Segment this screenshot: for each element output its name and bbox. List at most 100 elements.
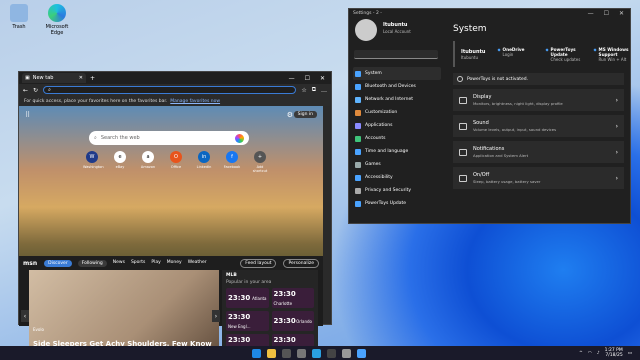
back-icon[interactable]: ← bbox=[23, 87, 28, 94]
feed-layout-button[interactable]: Feed layout bbox=[240, 258, 277, 268]
sidebar-item-accounts[interactable]: Accounts bbox=[353, 132, 441, 145]
personalize-button[interactable]: Personalize bbox=[283, 258, 319, 268]
sidebar-item-system[interactable]: System bbox=[353, 67, 441, 80]
device-card: Itubuntu Itubuntu ◆ OneDrive Login ◆ PowerTo… bbox=[453, 41, 628, 67]
tab-new[interactable]: ▣ New tab ✕ bbox=[22, 73, 86, 83]
avatar[interactable] bbox=[355, 19, 377, 41]
taskbar-app-icon[interactable] bbox=[267, 348, 276, 358]
close-icon[interactable]: ✕ bbox=[79, 75, 83, 81]
favorites-hint: For quick access, place your favorites h… bbox=[24, 98, 168, 104]
tab-discover[interactable]: Discover bbox=[44, 259, 72, 267]
quick-link[interactable]: O Office bbox=[167, 151, 185, 173]
close-window-icon[interactable]: ✕ bbox=[619, 10, 624, 17]
quick-link[interactable]: + Add shortcut bbox=[251, 151, 269, 173]
taskbar-app-icon[interactable] bbox=[297, 348, 306, 358]
settings-item-icon bbox=[459, 148, 467, 156]
settings-item[interactable]: Sound Volume levels, output, input, sound… bbox=[453, 115, 624, 137]
maximize-icon[interactable]: ☐ bbox=[604, 10, 609, 17]
minimize-icon[interactable]: — bbox=[588, 10, 594, 17]
taskbar-app-icon[interactable] bbox=[312, 348, 321, 358]
window-title: Settings - 2 - bbox=[353, 11, 382, 16]
quick-tile[interactable]: ◆ PowerToys Update Check updates bbox=[545, 47, 589, 62]
sidebar-item-label: System bbox=[365, 71, 382, 76]
device-model: Itubuntu bbox=[461, 54, 478, 60]
minimize-icon[interactable]: — bbox=[289, 75, 295, 82]
page-title: System bbox=[453, 24, 487, 34]
desktop-icon-trash[interactable]: Trash bbox=[2, 4, 36, 30]
settings-window: Settings - 2 - — ☐ ✕ Itubuntu Local Accoun… bbox=[348, 8, 631, 224]
collections-icon[interactable]: ⧉ bbox=[312, 86, 316, 94]
quick-link-label: Add shortcut bbox=[252, 165, 268, 173]
tile-icon: ◆ bbox=[545, 46, 549, 52]
prev-arrow-icon[interactable]: ‹ bbox=[21, 310, 29, 322]
sidebar-item-label: Accessibility bbox=[365, 175, 393, 180]
sidebar-item-network-and-internet[interactable]: Network and Internet bbox=[353, 93, 441, 106]
volume-icon[interactable]: ♪ bbox=[597, 351, 600, 356]
close-window-icon[interactable]: ✕ bbox=[320, 75, 325, 82]
quick-link[interactable]: f Facebook bbox=[223, 151, 241, 173]
sidebar-item-powertoys-update[interactable]: PowerToys Update bbox=[353, 197, 441, 210]
refresh-icon[interactable]: ↻ bbox=[33, 87, 38, 94]
tab-money[interactable]: Money bbox=[167, 260, 182, 267]
taskbar-app-icon[interactable] bbox=[327, 348, 336, 358]
settings-item[interactable]: Display Monitors, brightness, night light… bbox=[453, 89, 624, 111]
mlb-game[interactable]: 23:30 Atlanta bbox=[226, 288, 269, 308]
sidebar-item-applications[interactable]: Applications bbox=[353, 119, 441, 132]
tab-play[interactable]: Play bbox=[151, 260, 160, 267]
sign-in-button[interactable]: Sign in bbox=[293, 111, 317, 118]
settings-item-subtitle: Application and System Alert bbox=[473, 153, 529, 158]
notification-icon[interactable]: ▭ bbox=[628, 351, 632, 356]
mlb-game[interactable]: 23:30 Orlando bbox=[271, 311, 314, 331]
favorites-icon[interactable]: ☆ bbox=[301, 87, 306, 94]
more-icon[interactable]: … bbox=[321, 87, 327, 94]
activation-notice[interactable]: PowerToys is not activated. bbox=[453, 73, 624, 85]
desktop-icon-edge[interactable]: Microsoft Edge bbox=[40, 4, 74, 36]
quick-link[interactable]: in LinkedIn bbox=[195, 151, 213, 173]
scrollbar[interactable] bbox=[323, 106, 331, 324]
tab-sports[interactable]: Sports bbox=[131, 260, 145, 267]
find-setting-input[interactable] bbox=[354, 50, 438, 59]
sidebar-item-privacy-and-security[interactable]: Privacy and Security bbox=[353, 184, 441, 197]
edge-icon bbox=[48, 4, 66, 22]
taskbar-app-icon[interactable] bbox=[342, 348, 351, 358]
settings-item[interactable]: On/Off Sleep, battery usage, battery save… bbox=[453, 167, 624, 189]
quick-link-label: eBay bbox=[115, 165, 125, 169]
tab-following[interactable]: Following bbox=[77, 259, 107, 267]
mlb-game[interactable]: 23:30 Charlotte bbox=[271, 288, 314, 308]
sidebar-item-customization[interactable]: Customization bbox=[353, 106, 441, 119]
clock[interactable]: 1:27 PM 7/18/25 bbox=[605, 348, 623, 358]
quick-link-label: Amazon bbox=[140, 165, 156, 169]
sidebar-item-bluetooth-and-devices[interactable]: Bluetooth and Devices bbox=[353, 80, 441, 93]
quick-link[interactable]: W Washington bbox=[83, 151, 104, 173]
sidebar-item-time-and-language[interactable]: Time and language bbox=[353, 145, 441, 158]
copilot-icon[interactable] bbox=[235, 133, 244, 143]
taskbar-app-icon[interactable] bbox=[357, 348, 366, 358]
manage-favorites-link[interactable]: Manage favorites now bbox=[170, 99, 220, 104]
next-arrow-icon[interactable]: › bbox=[212, 310, 220, 322]
maximize-icon[interactable]: ☐ bbox=[305, 75, 310, 82]
taskbar-app-icon[interactable] bbox=[282, 348, 291, 358]
chevron-up-icon[interactable]: ^ bbox=[579, 351, 583, 356]
web-search-box[interactable]: ⌕ Search the web bbox=[89, 131, 249, 145]
new-tab-button[interactable]: + bbox=[90, 75, 95, 82]
start-icon[interactable] bbox=[252, 348, 261, 358]
url-input[interactable]: ⌕ bbox=[43, 86, 297, 94]
tab-news[interactable]: News bbox=[113, 260, 125, 267]
settings-item-subtitle: Sleep, battery usage, battery saver bbox=[473, 179, 541, 184]
quick-tile[interactable]: ◆ MS Windows Support Run Win + Alt bbox=[593, 47, 637, 62]
settings-item[interactable]: Notifications Application and System Aler… bbox=[453, 141, 624, 163]
apps-grid-icon[interactable]: ⠿ bbox=[25, 111, 30, 119]
nav-item-icon bbox=[355, 109, 361, 116]
sidebar-item-accessibility[interactable]: Accessibility bbox=[353, 171, 441, 184]
trash-icon bbox=[10, 4, 28, 22]
quick-link[interactable]: a Amazon bbox=[139, 151, 157, 173]
mlb-game[interactable]: 23:30 New Engl... bbox=[226, 311, 269, 331]
quick-link-label: Office bbox=[170, 165, 182, 169]
quick-link[interactable]: e eBay bbox=[111, 151, 129, 173]
sidebar-item-games[interactable]: Games bbox=[353, 158, 441, 171]
article-source: Evolo bbox=[33, 327, 44, 332]
quick-tile[interactable]: ◆ OneDrive Login bbox=[497, 47, 541, 62]
wifi-icon[interactable]: ◠ bbox=[588, 351, 592, 356]
tab-weather[interactable]: Weather bbox=[188, 260, 207, 267]
settings-icon[interactable]: ⚙ bbox=[287, 111, 293, 119]
